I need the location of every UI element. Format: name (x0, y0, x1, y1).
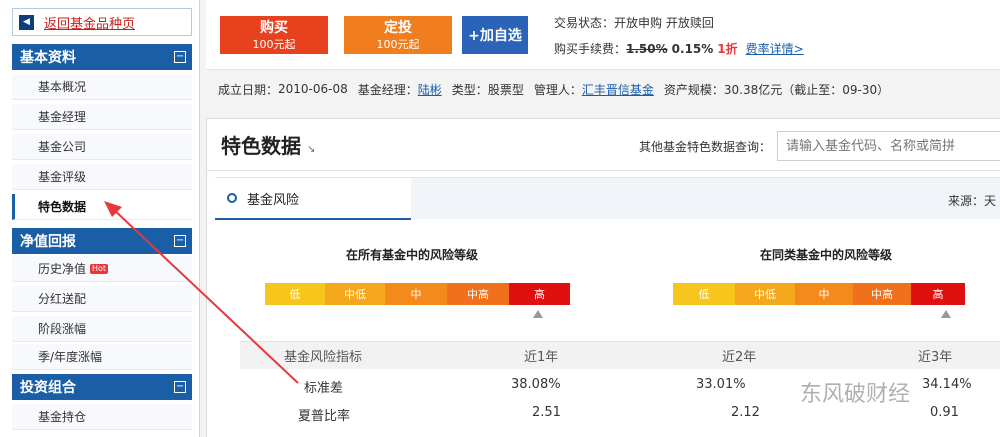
purchase-fee: 购买手续费：1.50% 0.15% 1折 费率详情> (554, 42, 804, 56)
back-link-label: 返回基金品种页 (44, 16, 136, 32)
watermark: 东风破财经 (800, 382, 911, 407)
sidebar-item-rating[interactable]: 基金评级 (12, 164, 192, 190)
section-title: 投资组合 (20, 380, 76, 396)
same-type-risk-scale: 低 中低 中 中高 高 (673, 283, 965, 305)
risk-level-mid: 中 (795, 283, 853, 305)
back-arrow-icon: ◀ (19, 14, 34, 30)
metrics-column-header: 近2年 (722, 350, 757, 365)
sidebar-item-overview[interactable]: 基本概况 (12, 74, 192, 100)
metric-value: 0.91 (930, 405, 959, 420)
fund-page: ◀ 返回基金品种页 基本资料 − 基本概况 基金经理 基金公司 基金评级 特色数… (0, 0, 1000, 437)
metric-name-sharpe: 夏普比率 (298, 409, 351, 424)
sidebar: ◀ 返回基金品种页 基本资料 − 基本概况 基金经理 基金公司 基金评级 特色数… (0, 0, 200, 437)
all-funds-risk-title: 在所有基金中的风险等级 (346, 248, 479, 262)
circle-icon (227, 193, 237, 203)
tab-label: 基金风险 (247, 192, 300, 208)
risk-pointer-icon (533, 310, 543, 318)
discount-rate: 1折 (717, 42, 738, 56)
metrics-column-header: 近3年 (918, 350, 953, 365)
risk-level-low: 低 (673, 283, 735, 305)
fund-type: 股票型 (487, 82, 524, 97)
section-header-nav-return[interactable]: 净值回报 − (12, 228, 192, 254)
metrics-column-header: 近1年 (524, 350, 559, 365)
hot-badge: Hot (90, 263, 109, 274)
risk-pointer-icon (941, 310, 951, 318)
metric-value: 2.51 (532, 405, 561, 420)
sidebar-item-history-nav[interactable]: 历史净值 Hot (12, 256, 192, 282)
manager-link[interactable]: 陆彬 (418, 81, 442, 98)
metric-value: 2.12 (731, 405, 760, 420)
risk-level-mid-high: 中高 (447, 283, 509, 305)
fee-details-link[interactable]: 费率详情> (746, 42, 804, 56)
tab-fund-risk[interactable]: 基金风险 (215, 178, 411, 220)
risk-level-high: 高 (911, 283, 965, 305)
metric-value: 33.01% (696, 377, 746, 392)
corner-arrow-icon: ↘ (307, 144, 316, 155)
risk-level-mid-high: 中高 (853, 283, 911, 305)
collapse-icon[interactable]: − (174, 235, 186, 247)
discount-fee: 0.15% (671, 42, 714, 56)
query-label: 其他基金特色数据查询： (639, 140, 772, 154)
metrics-column-header: 基金风险指标 (284, 350, 363, 365)
section-header-portfolio[interactable]: 投资组合 − (12, 374, 192, 400)
risk-level-low: 低 (265, 283, 325, 305)
risk-level-mid-low: 中低 (325, 283, 385, 305)
fund-search-input[interactable] (777, 131, 1000, 161)
trade-bar: 购买 100元起 定投 100元起 +加自选 交易状态：开放申购 开放赎回 购买… (206, 0, 1000, 70)
asset-size: 30.38亿元（截止至：09-30） (723, 82, 890, 97)
sidebar-item-dividend[interactable]: 分红送配 (12, 286, 192, 312)
risk-level-mid: 中 (385, 283, 447, 305)
trade-status: 交易状态：开放申购 开放赎回 (554, 16, 714, 30)
risk-tab-bar: 基金风险 来源：天 (215, 177, 1000, 220)
metric-value: 34.14% (922, 377, 972, 392)
sidebar-item-stage-gain[interactable]: 阶段涨幅 (12, 316, 192, 342)
risk-level-mid-low: 中低 (735, 283, 795, 305)
company-link[interactable]: 汇丰晋信基金 (582, 81, 654, 98)
back-to-fund-list-link[interactable]: ◀ 返回基金品种页 (12, 8, 192, 36)
sidebar-item-holdings[interactable]: 基金持仓 (12, 404, 192, 430)
panel-header: 特色数据 ↘ 其他基金特色数据查询： (207, 119, 1000, 171)
source-label: 来源：天 (948, 194, 997, 208)
sidebar-item-label: 历史净值 (38, 262, 87, 276)
fixed-invest-button[interactable]: 定投 100元起 (344, 16, 452, 54)
buy-button[interactable]: 购买 100元起 (220, 16, 328, 54)
page-title: 特色数据 (221, 134, 301, 158)
collapse-icon[interactable]: − (174, 381, 186, 393)
metric-name-std: 标准差 (304, 381, 344, 396)
section-title: 基本资料 (20, 50, 76, 66)
section-header-basic-info[interactable]: 基本资料 − (12, 44, 192, 70)
fund-info-line: 成立日期： 2010-06-08 基金经理： 陆彬 类型： 股票型 管理人： 汇丰晋信基… (206, 72, 1000, 106)
sidebar-item-manager[interactable]: 基金经理 (12, 104, 192, 130)
all-funds-risk-scale: 低 中低 中 中高 高 (265, 283, 570, 305)
establish-date: 2010-06-08 (278, 82, 348, 96)
metric-value: 38.08% (511, 377, 561, 392)
section-title: 净值回报 (20, 234, 76, 250)
same-type-risk-title: 在同类基金中的风险等级 (760, 248, 893, 262)
sidebar-item-annual-gain[interactable]: 季/年度涨幅 (12, 344, 192, 370)
sidebar-item-feature-data[interactable]: 特色数据 (12, 194, 192, 220)
risk-level-high: 高 (509, 283, 570, 305)
sidebar-item-company[interactable]: 基金公司 (12, 134, 192, 160)
original-fee: 1.50% (626, 42, 668, 56)
collapse-icon[interactable]: − (174, 51, 186, 63)
add-watchlist-button[interactable]: +加自选 (462, 16, 528, 54)
